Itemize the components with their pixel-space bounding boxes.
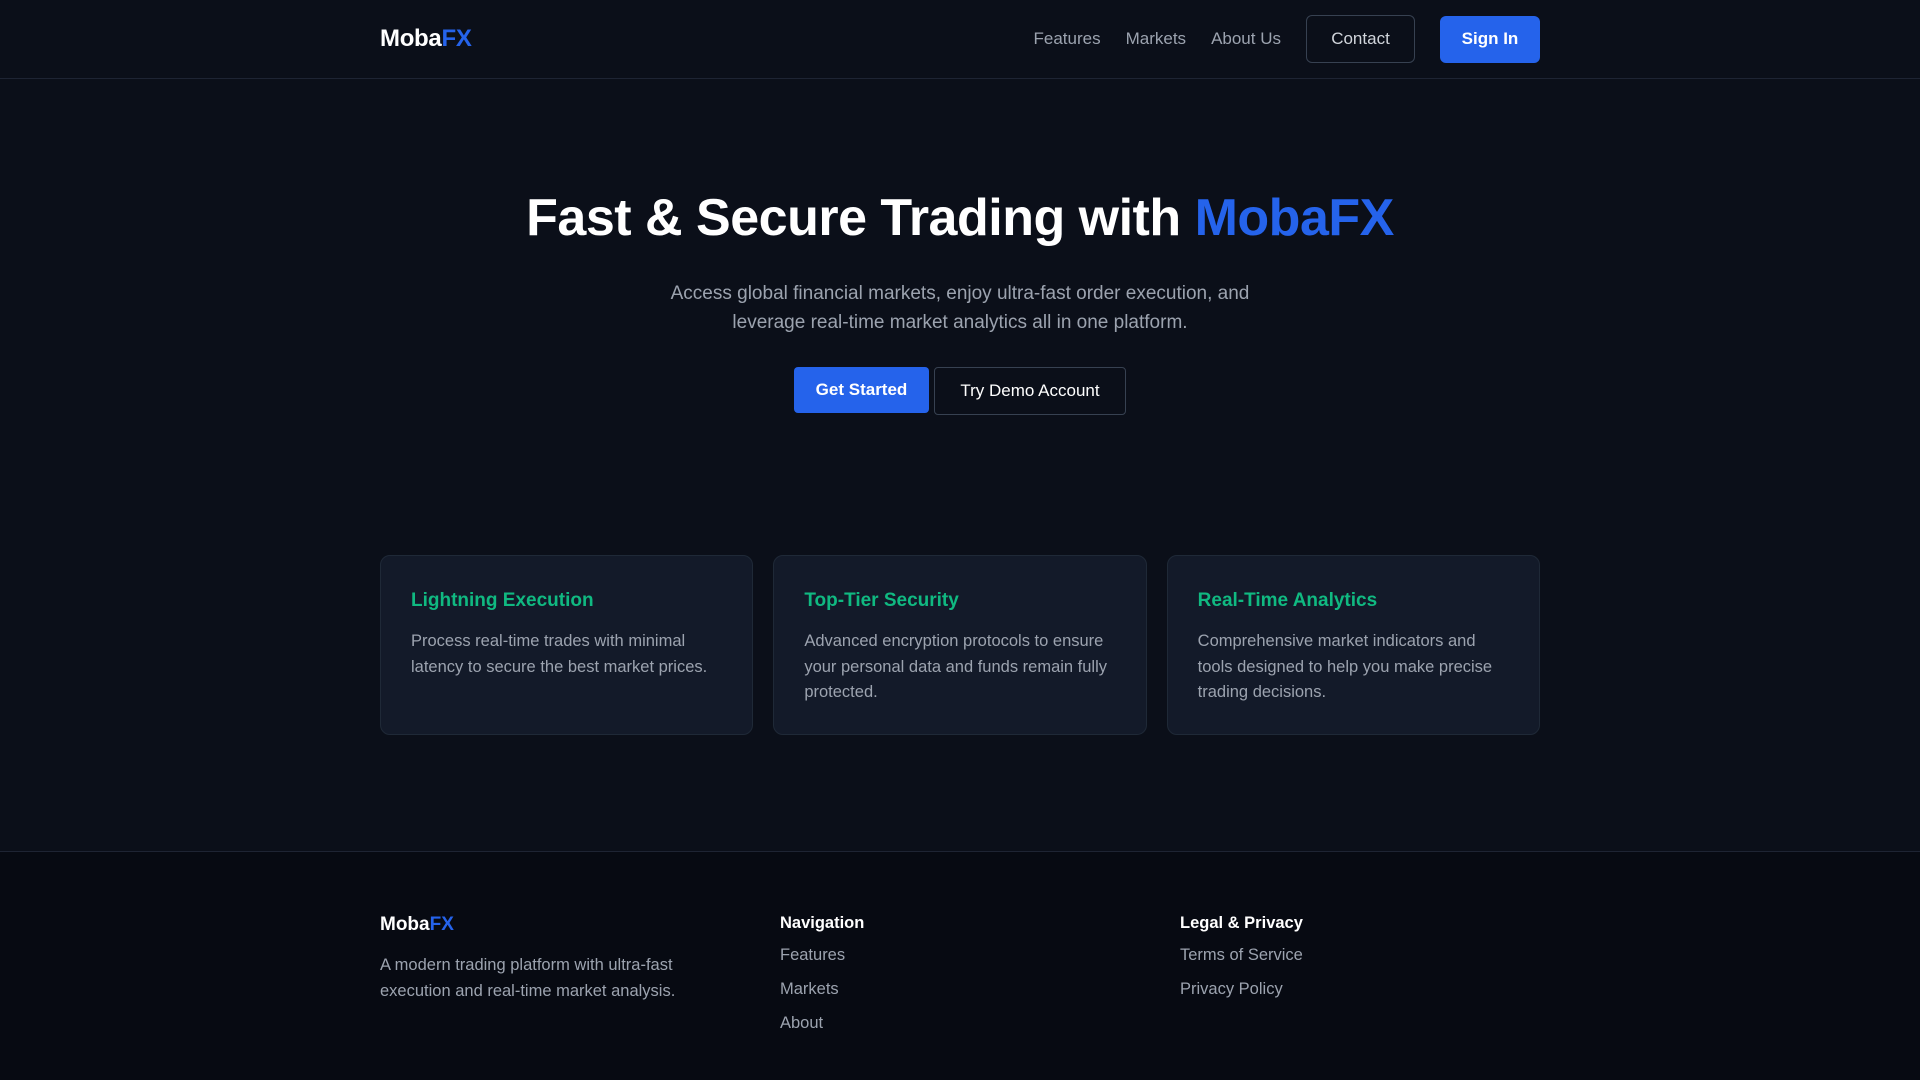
- logo-text-accent: FX: [441, 25, 472, 52]
- footer-brand: MobaFX A modern trading platform with ul…: [380, 914, 780, 1047]
- footer-link-terms[interactable]: Terms of Service: [1180, 945, 1540, 979]
- try-demo-button[interactable]: Try Demo Account: [934, 367, 1126, 416]
- hero-title: Fast & Secure Trading with MobaFX: [380, 187, 1540, 249]
- features-section: Lightning Execution Process real-time tr…: [380, 555, 1540, 736]
- main-content: Fast & Secure Trading with MobaFX Access…: [0, 79, 1920, 736]
- site-footer: MobaFX A modern trading platform with ul…: [0, 851, 1920, 1080]
- footer-logo-accent: FX: [429, 914, 454, 935]
- hero-actions: Get Started Try Demo Account: [380, 367, 1540, 416]
- get-started-button[interactable]: Get Started: [794, 367, 929, 414]
- feature-title: Real-Time Analytics: [1197, 590, 1378, 612]
- sign-in-button[interactable]: Sign In: [1440, 15, 1540, 63]
- site-header: MobaFX Features Markets About Us Contact…: [0, 0, 1920, 79]
- feature-description: Process real-time trades with minimal la…: [411, 632, 708, 676]
- nav-link-about-us[interactable]: About Us: [1211, 29, 1281, 49]
- footer-legal-heading: Legal & Privacy: [1180, 914, 1303, 932]
- footer-link-features[interactable]: Features: [780, 945, 1180, 979]
- brand-logo[interactable]: MobaFX: [380, 25, 472, 53]
- hero-title-accent: MobaFX: [1194, 189, 1395, 247]
- footer-legal-links: Terms of Service Privacy Policy: [1180, 945, 1540, 1013]
- feature-card-execution: Lightning Execution Process real-time tr…: [380, 555, 754, 736]
- feature-title: Lightning Execution: [411, 590, 594, 612]
- footer-link-about[interactable]: About: [780, 1013, 1180, 1047]
- main-nav: Features Markets About Us Contact Sign I…: [1034, 15, 1540, 63]
- footer-link-markets[interactable]: Markets: [780, 979, 1180, 1013]
- footer-nav-links: Features Markets About: [780, 945, 1180, 1047]
- feature-card-analytics: Real-Time Analytics Comprehensive market…: [1166, 555, 1540, 736]
- feature-description: Comprehensive market indicators and tool…: [1197, 632, 1493, 702]
- footer-nav-heading: Navigation: [780, 914, 865, 932]
- hero-title-main: Fast & Secure Trading with: [526, 189, 1195, 247]
- footer-logo[interactable]: MobaFX: [380, 914, 780, 936]
- feature-description: Advanced encryption protocols to ensure …: [804, 632, 1108, 702]
- hero-subtitle: Access global financial markets, enjoy u…: [670, 283, 1250, 334]
- logo-text-main: Moba: [380, 25, 442, 52]
- footer-navigation: Navigation Features Markets About: [780, 914, 1180, 1047]
- footer-description: A modern trading platform with ultra-fas…: [380, 956, 676, 1000]
- footer-logo-main: Moba: [380, 914, 430, 935]
- footer-link-privacy[interactable]: Privacy Policy: [1180, 979, 1540, 1013]
- nav-link-features[interactable]: Features: [1034, 29, 1101, 49]
- contact-button[interactable]: Contact: [1306, 15, 1415, 63]
- feature-title: Top-Tier Security: [804, 590, 959, 612]
- nav-link-markets[interactable]: Markets: [1126, 29, 1186, 49]
- footer-legal: Legal & Privacy Terms of Service Privacy…: [1180, 914, 1540, 1047]
- feature-card-security: Top-Tier Security Advanced encryption pr…: [773, 555, 1147, 736]
- hero-section: Fast & Secure Trading with MobaFX Access…: [0, 79, 1920, 416]
